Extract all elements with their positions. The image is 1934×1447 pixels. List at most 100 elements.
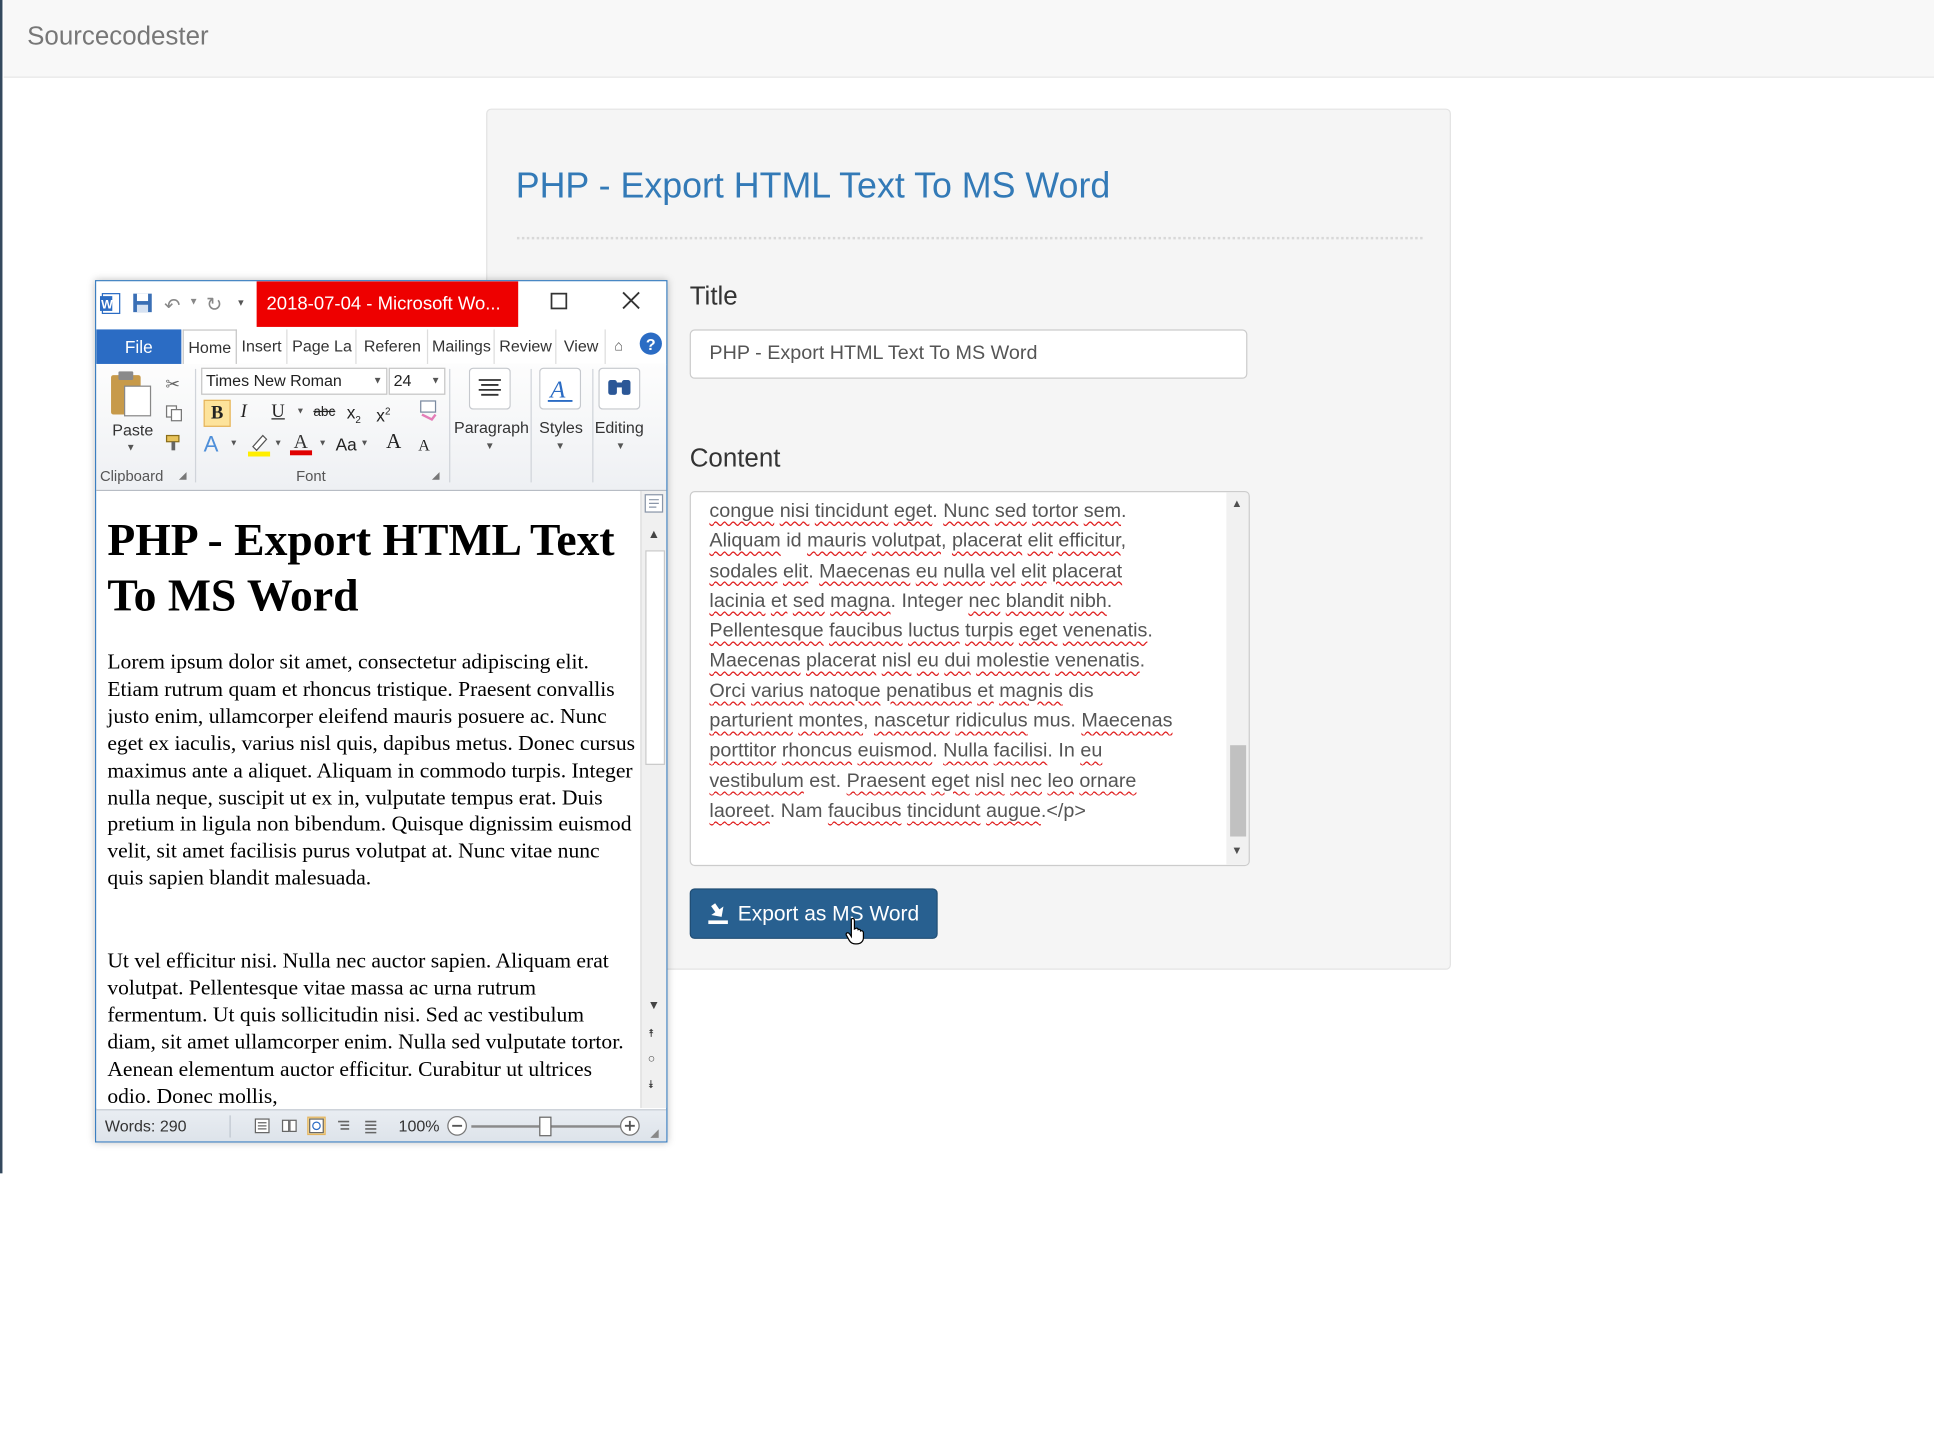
resize-grip-icon[interactable]: ◢ bbox=[650, 1126, 659, 1140]
underline-button[interactable]: U bbox=[271, 400, 284, 425]
close-icon[interactable] bbox=[622, 290, 641, 316]
group-separator bbox=[530, 368, 532, 483]
change-case-button[interactable]: Aa bbox=[336, 432, 357, 457]
word-window[interactable]: W ↶ ▼ ↻ ▾ 2018-07-04 - Microsoft Wo... F… bbox=[95, 280, 668, 1143]
tab-mailings[interactable]: Mailings bbox=[429, 329, 495, 364]
font-color-dropdown-icon[interactable]: ▼ bbox=[318, 439, 327, 448]
zoom-slider-handle[interactable] bbox=[539, 1116, 552, 1137]
redo-icon[interactable]: ↻ bbox=[206, 292, 223, 317]
format-painter-icon[interactable] bbox=[165, 434, 185, 457]
tab-page-layout[interactable]: Page La bbox=[289, 329, 357, 364]
scroll-down-arrow-icon[interactable]: ▼ bbox=[1231, 844, 1242, 856]
shrink-font-button[interactable]: A bbox=[418, 433, 430, 458]
content-line: porttitor rhoncus euismod. Nulla facilis… bbox=[709, 737, 1215, 767]
font-name-dropdown-icon[interactable]: ▼ bbox=[373, 369, 383, 394]
textarea-scrollbar[interactable]: ▲ ▼ bbox=[1226, 492, 1249, 865]
word-count[interactable]: Words: 290 bbox=[105, 1117, 187, 1136]
spellcheck-word: Maecenas bbox=[1081, 710, 1173, 732]
content-text-segment: , bbox=[863, 710, 875, 732]
font-size-box[interactable]: 24 ▼ bbox=[388, 367, 446, 395]
tab-review[interactable]: Review bbox=[496, 329, 557, 364]
undo-dropdown-icon[interactable]: ▼ bbox=[189, 296, 199, 307]
tab-file[interactable]: File bbox=[96, 329, 182, 364]
styles-icon[interactable]: A bbox=[539, 367, 582, 416]
content-line: laoreet. Nam faucibus tincidunt augue.</… bbox=[709, 797, 1215, 827]
strikethrough-button[interactable]: abc bbox=[313, 400, 335, 425]
title-divider bbox=[516, 236, 1423, 240]
paragraph-dropdown-icon[interactable]: ▼ bbox=[485, 440, 495, 451]
styles-dropdown-icon[interactable]: ▼ bbox=[555, 440, 565, 451]
clipboard-launcher-icon[interactable]: ◢ bbox=[179, 470, 187, 481]
zoom-out-icon[interactable] bbox=[447, 1115, 468, 1141]
help-icon[interactable]: ? bbox=[639, 332, 662, 362]
save-icon[interactable] bbox=[132, 292, 153, 319]
clear-formatting-icon[interactable] bbox=[417, 400, 439, 428]
bold-button[interactable]: B bbox=[203, 399, 231, 427]
copy-icon[interactable] bbox=[165, 405, 182, 428]
font-size-dropdown-icon[interactable]: ▼ bbox=[431, 369, 441, 394]
content-text-segment: . Nam bbox=[769, 800, 828, 822]
spellcheck-word: natoque bbox=[809, 680, 881, 702]
editing-dropdown-icon[interactable]: ▼ bbox=[616, 440, 626, 451]
highlight-icon[interactable] bbox=[247, 432, 271, 463]
zoom-level[interactable]: 100% bbox=[399, 1117, 440, 1136]
scroll-down-arrow-icon[interactable]: ▼ bbox=[648, 999, 660, 1013]
word-titlebar[interactable]: W ↶ ▼ ↻ ▾ 2018-07-04 - Microsoft Wo... bbox=[96, 281, 667, 327]
ruler-toggle-icon[interactable] bbox=[644, 494, 664, 520]
font-name-box[interactable]: Times New Roman ▼ bbox=[201, 367, 388, 395]
outline-view-icon[interactable] bbox=[336, 1118, 352, 1134]
font-launcher-icon[interactable]: ◢ bbox=[432, 470, 440, 481]
tab-home[interactable]: Home bbox=[182, 329, 237, 366]
scroll-up-arrow-icon[interactable]: ▲ bbox=[1231, 497, 1242, 509]
minimize-ribbon-icon[interactable]: ⌂ bbox=[614, 337, 623, 354]
customize-toolbar-icon[interactable]: ▾ bbox=[238, 296, 244, 310]
textarea-scroll-thumb[interactable] bbox=[1230, 745, 1247, 837]
web-layout-icon[interactable] bbox=[307, 1116, 326, 1136]
spellcheck-word: eget bbox=[1018, 620, 1058, 642]
cut-icon[interactable]: ✂ bbox=[165, 374, 179, 395]
change-case-dropdown-icon[interactable]: ▼ bbox=[360, 439, 369, 448]
italic-button[interactable]: I bbox=[241, 400, 247, 425]
navbar-brand[interactable]: Sourcecodester bbox=[27, 22, 208, 52]
group-separator bbox=[592, 368, 594, 483]
export-ms-word-button[interactable]: Export as MS Word bbox=[689, 888, 938, 939]
print-layout-icon[interactable] bbox=[254, 1118, 270, 1134]
zoom-in-icon[interactable] bbox=[619, 1115, 640, 1141]
scroll-up-arrow-icon[interactable]: ▲ bbox=[648, 528, 660, 542]
word-logo-icon: W bbox=[99, 292, 122, 320]
paragraph-icon[interactable] bbox=[468, 367, 511, 416]
highlight-dropdown-icon[interactable]: ▼ bbox=[274, 439, 283, 448]
spellcheck-word: faucibus bbox=[827, 800, 902, 822]
subscript-icon[interactable]: x2 bbox=[347, 400, 361, 433]
browse-object-icon[interactable]: ○ bbox=[648, 1052, 655, 1066]
paste-icon[interactable] bbox=[109, 369, 153, 425]
grow-font-button[interactable]: A bbox=[386, 429, 401, 454]
draft-view-icon[interactable] bbox=[363, 1118, 379, 1134]
underline-dropdown-icon[interactable]: ▼ bbox=[296, 407, 305, 416]
title-input[interactable] bbox=[689, 329, 1248, 379]
document-scrollbar[interactable]: ▲ ▼ ⯭ ○ ⯯ bbox=[640, 491, 667, 1108]
maximize-icon[interactable] bbox=[550, 290, 568, 316]
undo-icon[interactable]: ↶ bbox=[164, 294, 181, 319]
content-line: Aliquam id mauris volutpat, placerat eli… bbox=[709, 527, 1215, 557]
superscript-icon[interactable]: x2 bbox=[376, 400, 390, 428]
previous-page-icon[interactable]: ⯭ bbox=[648, 1027, 655, 1041]
paste-dropdown-icon[interactable]: ▼ bbox=[126, 442, 136, 453]
spellcheck-word: parturient bbox=[709, 710, 793, 732]
word-document[interactable]: PHP - Export HTML Text To MS Word Lorem … bbox=[96, 491, 640, 1108]
next-page-icon[interactable]: ⯯ bbox=[648, 1078, 655, 1092]
document-scroll-thumb[interactable] bbox=[645, 550, 666, 765]
tab-view[interactable]: View bbox=[558, 329, 606, 364]
tab-insert[interactable]: Insert bbox=[237, 329, 288, 364]
document-heading: PHP - Export HTML Text To MS Word bbox=[107, 515, 615, 622]
font-color-icon[interactable]: A bbox=[289, 429, 313, 462]
text-effects-icon[interactable]: A bbox=[204, 432, 219, 457]
full-screen-reading-icon[interactable] bbox=[281, 1118, 297, 1134]
text-effects-dropdown-icon[interactable]: ▼ bbox=[229, 439, 238, 448]
status-separator bbox=[229, 1115, 231, 1138]
editing-binoculars-icon[interactable] bbox=[598, 367, 641, 416]
content-text-segment: . In bbox=[1047, 740, 1081, 762]
editing-label: Editing bbox=[594, 418, 644, 437]
tab-references[interactable]: Referen bbox=[358, 329, 429, 364]
content-textarea[interactable]: congue nisi tincidunt eget. Nunc sed tor… bbox=[689, 491, 1250, 867]
